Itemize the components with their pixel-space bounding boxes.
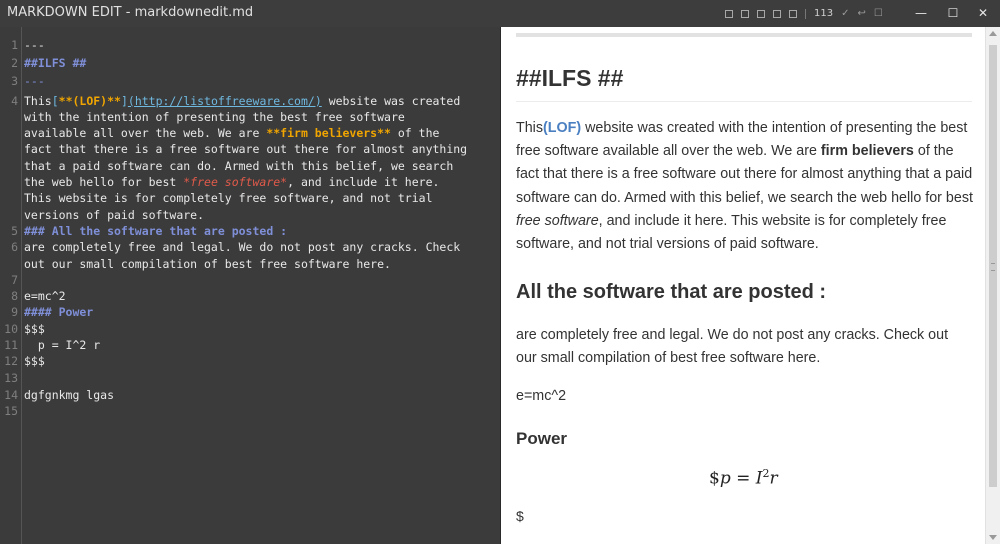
preview-heading: ##ILFS ## bbox=[516, 65, 624, 91]
editor-line: fact that there is a free software out t… bbox=[24, 142, 468, 156]
preview-paragraph-2: are completely free and legal. We do not… bbox=[516, 327, 949, 367]
scrollbar-grip-icon bbox=[991, 263, 995, 271]
toolbar: 113 ✓ ↩ ☐ bbox=[725, 0, 883, 27]
editor-line: 4 This[**(LOF)**](http://listoffreeware.c… bbox=[11, 94, 461, 108]
preview-power-heading: Power bbox=[516, 429, 568, 448]
maximize-button[interactable]: ☐ bbox=[943, 3, 963, 23]
preview-math-formula: $p = I2r bbox=[709, 467, 778, 489]
spell-check-icon[interactable]: ✓ bbox=[841, 8, 849, 19]
toggle-preview-icon[interactable]: ☐ bbox=[874, 8, 883, 19]
editor-line: with the intention of presenting the bes… bbox=[24, 110, 405, 124]
editor-line: versions of paid software. bbox=[24, 208, 205, 222]
editor-line: 6 are completely free and legal. We do no… bbox=[11, 240, 461, 254]
markdown-editor[interactable]: 1 --- 2 ##ILFS ## 3 --- 4 This[**(LOF)**](ht… bbox=[0, 27, 500, 544]
word-wrap-icon[interactable]: ↩ bbox=[857, 8, 865, 19]
editor-line: 2 ##ILFS ## bbox=[11, 56, 87, 70]
editor-line: 15 bbox=[4, 404, 18, 418]
editor-line: 8 e=mc^2 bbox=[11, 289, 66, 303]
toolbar-save-icon[interactable] bbox=[757, 9, 765, 18]
window-title: MARKDOWN EDIT - markdownedit.md bbox=[7, 5, 254, 20]
preview-trailing-dollar: $ bbox=[516, 508, 524, 524]
preview-paragraph-3: e=mc^2 bbox=[516, 388, 567, 404]
editor-line: 12 $$$ bbox=[4, 354, 45, 368]
preview-pane: ##ILFS ## This(LOF) website was created … bbox=[501, 27, 985, 544]
preview-scrollbar[interactable] bbox=[985, 27, 1000, 544]
toolbar-separator bbox=[805, 8, 806, 19]
editor-line: 14 dgfgnkmg lgas bbox=[4, 388, 115, 402]
preview-top-rule bbox=[516, 33, 972, 37]
editor-line: 11 p = I^2 r bbox=[4, 338, 101, 352]
editor-line: that a paid software can do. Armed with … bbox=[24, 159, 454, 173]
word-count: 113 bbox=[814, 8, 834, 19]
preview-subheading: All the software that are posted : bbox=[516, 281, 827, 303]
editor-line: 7 bbox=[11, 273, 18, 287]
editor-line: 13 bbox=[4, 371, 18, 385]
toolbar-preview-icon[interactable] bbox=[789, 9, 797, 18]
toolbar-open-icon[interactable] bbox=[741, 9, 749, 18]
editor-line: 9 #### Power bbox=[11, 305, 94, 319]
editor-line: 5 ### All the software that are posted : bbox=[11, 224, 288, 238]
editor-line: 3 --- bbox=[11, 74, 45, 88]
editor-line: out our small compilation of best free s… bbox=[24, 257, 391, 271]
toolbar-new-icon[interactable] bbox=[725, 9, 733, 18]
editor-line: 1 --- bbox=[11, 38, 45, 52]
minimize-button[interactable]: — bbox=[911, 3, 931, 23]
scroll-down-icon[interactable] bbox=[989, 535, 997, 540]
toolbar-options-icon[interactable] bbox=[773, 9, 781, 18]
preview-heading-rule bbox=[516, 101, 972, 102]
editor-line: available all over the web. We are **fir… bbox=[24, 126, 440, 140]
editor-line: 10 $$$ bbox=[4, 322, 45, 336]
title-bar: MARKDOWN EDIT - markdownedit.md 113 ✓ ↩ … bbox=[0, 0, 1000, 27]
editor-line: This website is for completely free soft… bbox=[24, 191, 433, 205]
scroll-up-icon[interactable] bbox=[989, 31, 997, 36]
preview-paragraph: This(LOF) website was created with the i… bbox=[516, 120, 973, 253]
preview-link[interactable]: (LOF) bbox=[543, 120, 581, 136]
close-button[interactable]: ✕ bbox=[973, 3, 993, 23]
editor-line: the web hello for best *free software*, … bbox=[24, 175, 440, 189]
